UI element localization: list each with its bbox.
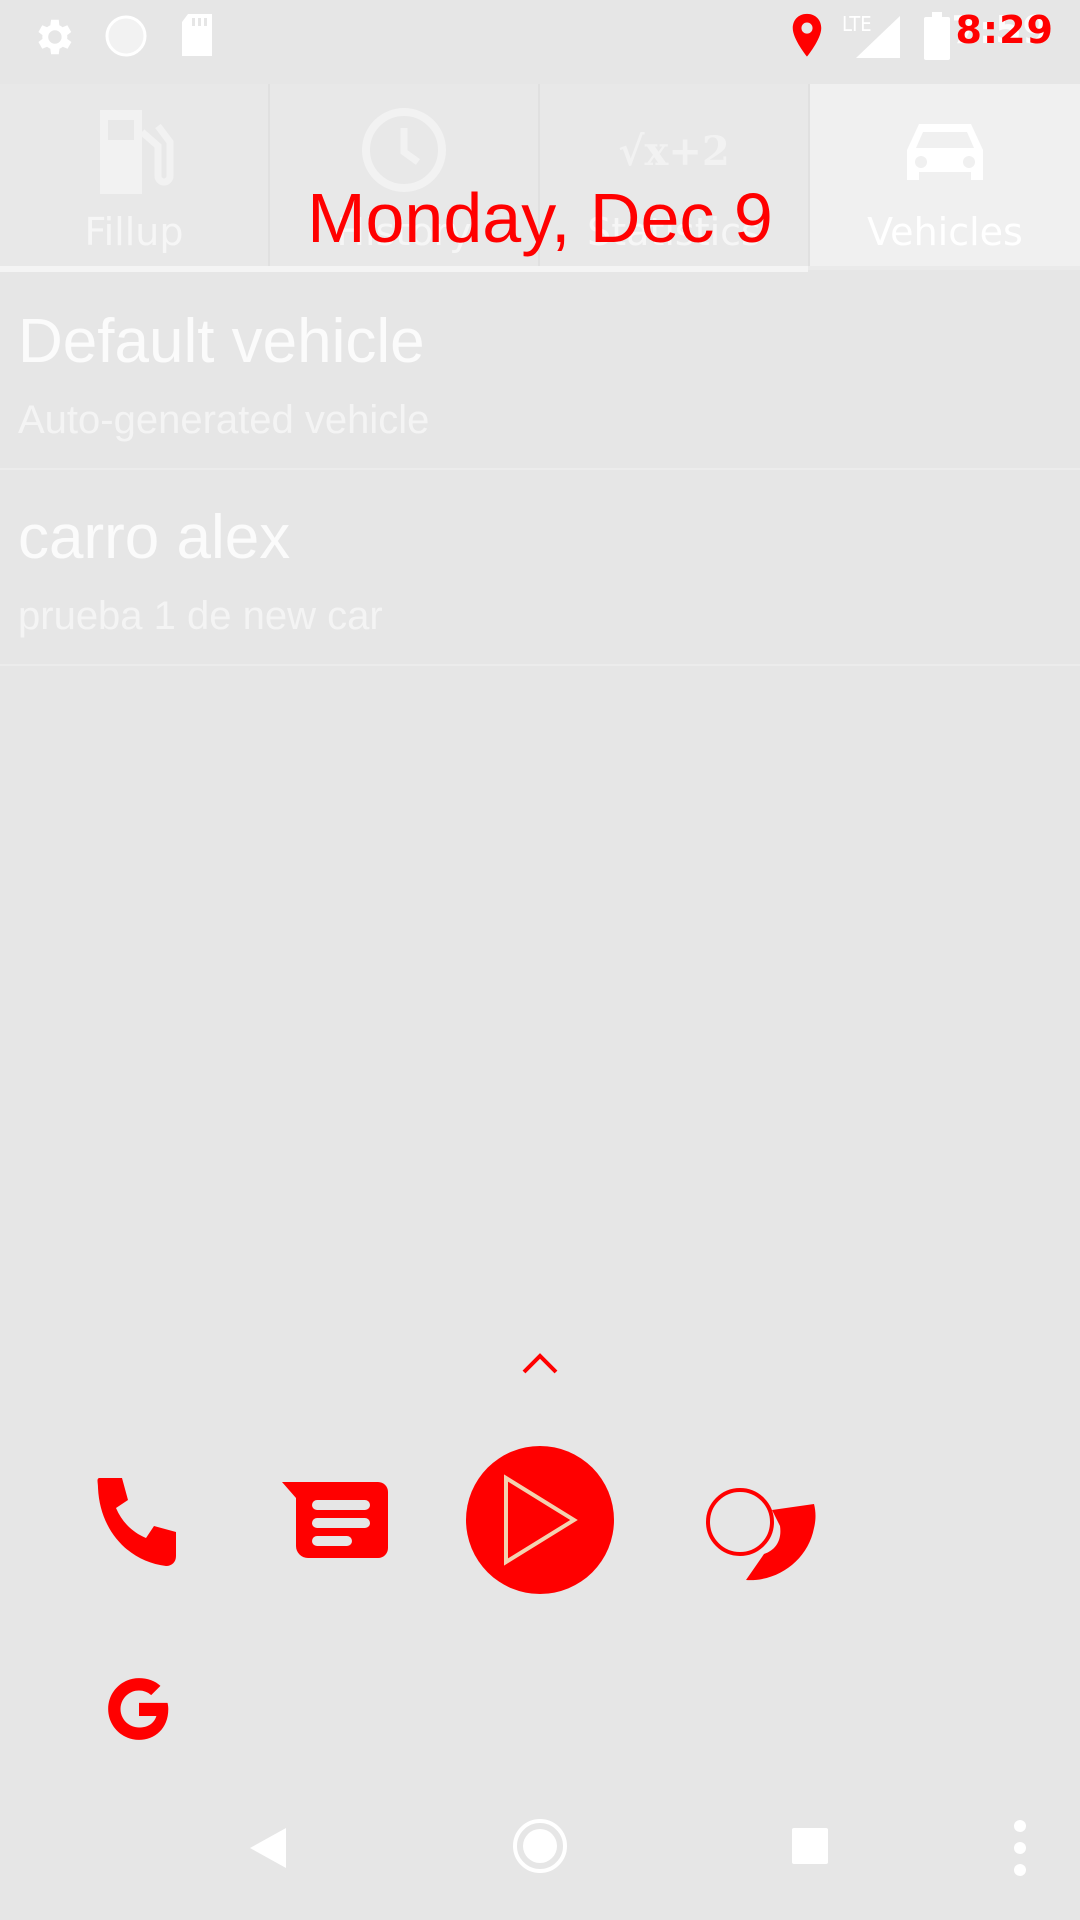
sqrt-formula-icon: √x+2 [618, 128, 730, 175]
vehicle-description: prueba 1 de new car [18, 594, 383, 638]
phone-icon[interactable] [96, 1476, 188, 1568]
tab-divider [0, 266, 808, 272]
clock-time-primary: 8:29 [955, 8, 1054, 52]
date-overlay: Monday, Dec 9 [307, 179, 773, 257]
recents-icon[interactable] [790, 1826, 830, 1866]
status-bar: LTE 7:59 8:29 [0, 0, 1080, 72]
vehicle-name: carro alex [18, 503, 291, 572]
gear-icon [38, 19, 72, 55]
chrome-icon[interactable] [704, 1486, 816, 1596]
list-item[interactable]: carro alex prueba 1 de new car [0, 470, 1080, 666]
google-icon[interactable] [102, 1672, 176, 1746]
circle-icon [105, 15, 147, 57]
chevron-up-icon[interactable] [522, 1350, 558, 1374]
home-icon[interactable] [512, 1818, 568, 1874]
play-store-icon[interactable] [466, 1446, 614, 1594]
lte-signal-icon [856, 16, 900, 58]
list-item[interactable]: Default vehicle Auto-generated vehicle [0, 274, 1080, 470]
messages-icon[interactable] [282, 1482, 390, 1562]
overflow-menu-icon[interactable] [1010, 1818, 1030, 1878]
back-icon[interactable] [248, 1826, 288, 1870]
vehicle-description: Auto-generated vehicle [18, 398, 430, 442]
vehicle-name: Default vehicle [18, 307, 425, 376]
status-clock: 7:59 8:29 [944, 8, 1054, 68]
navigation-bar [0, 1780, 1080, 1920]
location-icon [792, 13, 822, 57]
sd-card-icon [182, 14, 212, 56]
